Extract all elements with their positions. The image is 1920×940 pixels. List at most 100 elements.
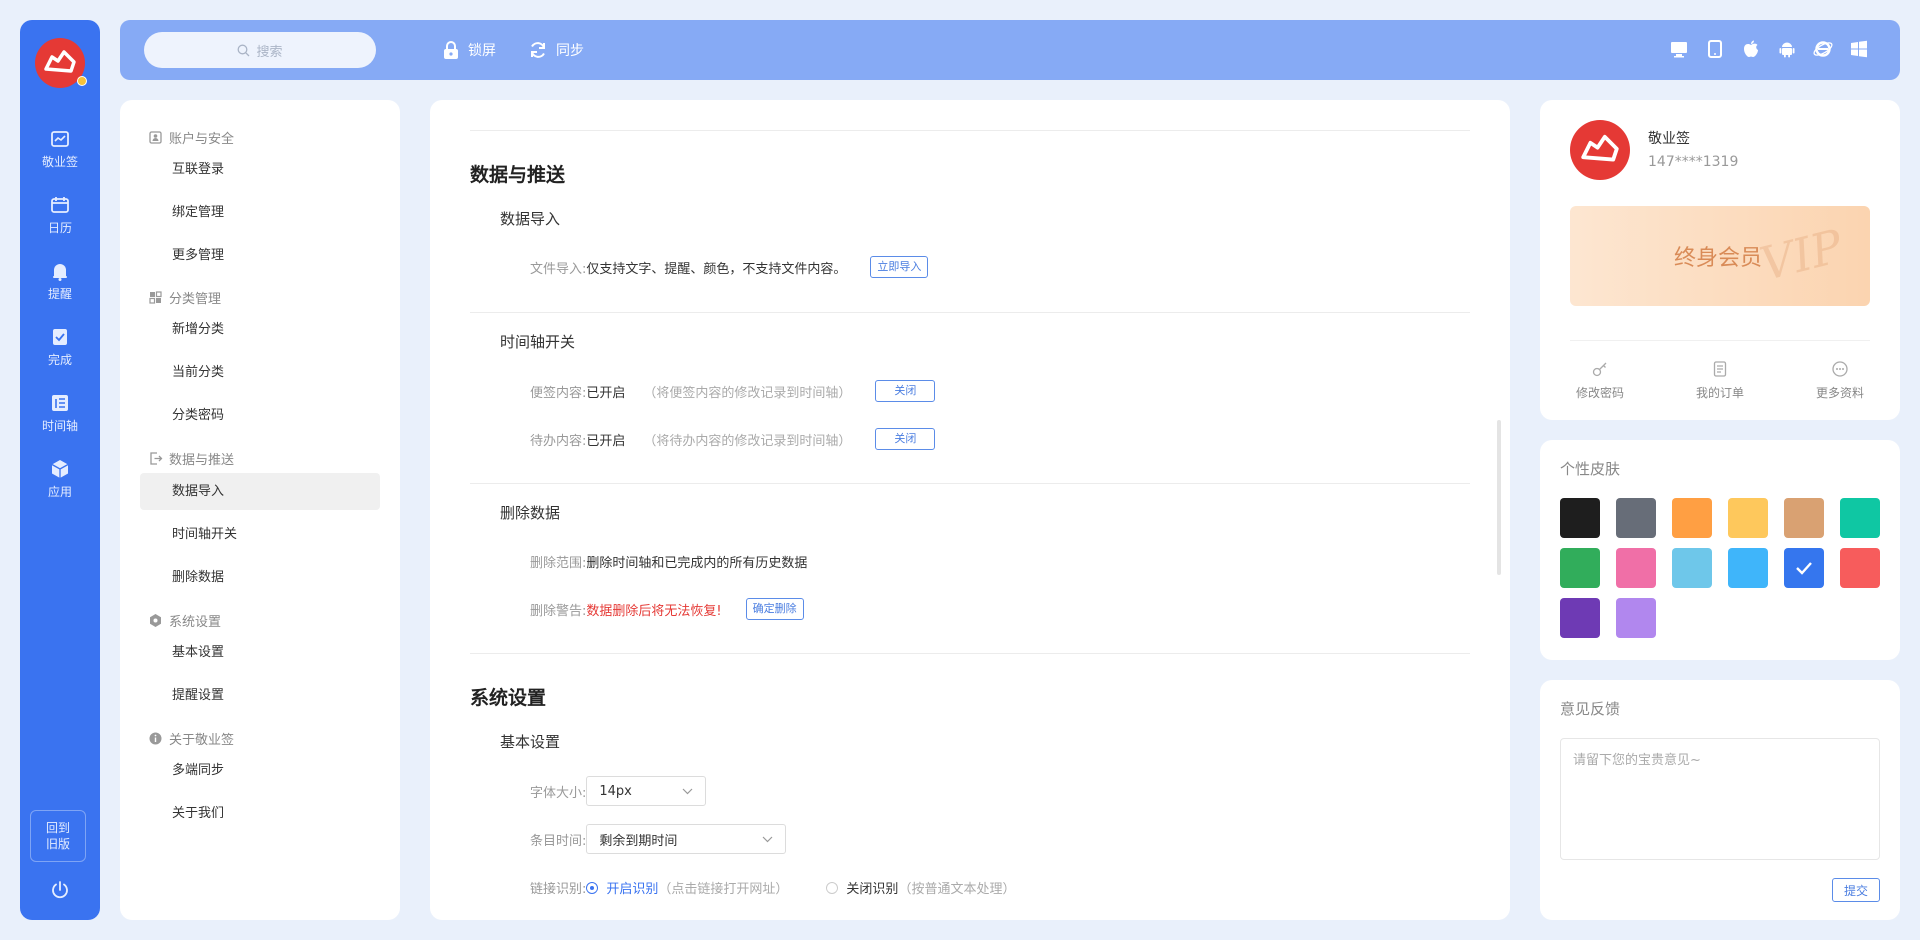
rail-item-label: 完成 (47, 353, 72, 367)
confirm-delete-button[interactable]: 确定删除 (745, 598, 804, 620)
divider (470, 130, 1470, 131)
nav-item-about-us[interactable]: 关于我们 (140, 795, 380, 832)
feedback-submit-button[interactable]: 提交 (1832, 878, 1880, 902)
link-detect-off-radio[interactable]: 关闭识别 (826, 878, 898, 897)
nav-item-more-manage[interactable]: 更多管理 (140, 237, 380, 274)
search-placeholder: 搜索 (256, 44, 283, 60)
skin-card: 个性皮肤 (1540, 440, 1900, 660)
font-size-select[interactable]: 14px (586, 776, 707, 806)
rail-item-label: 敬业签 (41, 155, 78, 169)
app-logo[interactable] (35, 38, 87, 88)
nav-group-title: 账户与安全 (169, 132, 235, 147)
radio-dot-selected (586, 881, 599, 894)
skin-swatch[interactable] (1672, 548, 1712, 588)
cube-icon (51, 460, 69, 478)
feedback-card: 意见反馈 提交 (1540, 680, 1900, 920)
lock-icon (444, 41, 458, 59)
divider (470, 653, 1470, 654)
skin-swatch[interactable] (1616, 598, 1656, 638)
divider (470, 312, 1470, 313)
chevron-down-icon (762, 836, 773, 842)
left-rail: 敬业签 日历 提醒 完成 时间轴 应用 回到 旧版 (20, 20, 100, 920)
change-password-button[interactable]: 修改密码 (1560, 360, 1640, 401)
settings-nav: 账户与安全 互联登录 绑定管理 更多管理 分类管理 新增分类 当前分类 分类密码… (120, 100, 400, 920)
rail-item-timeline[interactable]: 时间轴 (20, 392, 100, 448)
rail-item-reminder[interactable]: 提醒 (20, 260, 100, 316)
gear-icon (150, 614, 161, 627)
radio-dot (826, 881, 839, 894)
ie-icon[interactable] (1812, 38, 1834, 60)
skin-swatch[interactable] (1560, 598, 1600, 638)
android-icon[interactable] (1776, 38, 1798, 60)
nav-item-binding[interactable]: 绑定管理 (140, 194, 380, 231)
skin-swatch[interactable] (1560, 498, 1600, 538)
font-size-label: 字体大小: (530, 785, 587, 801)
timeline-note-close-button[interactable]: 关闭 (875, 380, 936, 402)
power-icon[interactable] (48, 878, 72, 902)
nav-group-about: 关于敬业签 (148, 729, 234, 748)
subsection-title-delete: 删除数据 (500, 504, 561, 522)
vip-banner[interactable]: VIP 终身会员 (1570, 206, 1870, 306)
old-version-label-line2: 旧版 (45, 837, 70, 851)
skin-swatches (1560, 498, 1880, 638)
skin-swatch[interactable] (1728, 548, 1768, 588)
item-time-select[interactable]: 剩余到期时间 (586, 824, 787, 854)
my-orders-button[interactable]: 我的订单 (1680, 360, 1760, 401)
back-to-old-version-button[interactable]: 回到 旧版 (30, 810, 86, 862)
rail-item-label: 提醒 (47, 287, 72, 301)
nav-item-reminder-settings[interactable]: 提醒设置 (140, 677, 380, 714)
section-title-data: 数据与推送 (470, 164, 566, 186)
skin-swatch[interactable] (1616, 498, 1656, 538)
skin-swatch[interactable] (1784, 548, 1824, 588)
content-scrollbar[interactable] (1497, 420, 1501, 575)
divider (1570, 340, 1870, 341)
sync-button[interactable]: 同步 (528, 38, 584, 62)
rail-item-apps[interactable]: 应用 (20, 458, 100, 514)
skin-swatch[interactable] (1840, 498, 1880, 538)
rail-item-done[interactable]: 完成 (20, 326, 100, 382)
delete-warning-label: 删除警告: (530, 603, 587, 619)
nav-item-timeline-switch[interactable]: 时间轴开关 (140, 516, 380, 553)
timeline-note-label: 便签内容: (530, 385, 587, 401)
nav-item-multi-sync[interactable]: 多端同步 (140, 752, 380, 789)
search-input[interactable]: 搜索 (144, 32, 376, 68)
apple-icon[interactable] (1740, 38, 1762, 60)
feedback-input[interactable] (1560, 738, 1880, 860)
nav-group-title: 数据与推送 (169, 453, 235, 468)
skin-swatch[interactable] (1672, 498, 1712, 538)
nav-item-delete-data[interactable]: 删除数据 (140, 559, 380, 596)
tablet-icon[interactable] (1704, 38, 1726, 60)
timeline-todo-hint: （将待办内容的修改记录到时间轴） (643, 433, 852, 449)
nav-item-category-password[interactable]: 分类密码 (140, 397, 380, 434)
timeline-todo-close-button[interactable]: 关闭 (875, 428, 936, 450)
logo-icon (1581, 134, 1619, 162)
timeline-note-hint: （将便签内容的修改记录到时间轴） (643, 385, 852, 401)
timeline-note-row: 便签内容: 已开启 （将便签内容的修改记录到时间轴） 关闭 (530, 380, 936, 402)
nav-item-data-import[interactable]: 数据导入 (140, 473, 380, 510)
import-value: 仅支持文字、提醒、颜色，不支持文件内容。 (586, 261, 847, 277)
nav-item-basic-settings[interactable]: 基本设置 (140, 634, 380, 671)
skin-swatch[interactable] (1840, 548, 1880, 588)
skin-swatch[interactable] (1560, 548, 1600, 588)
profile-card: 敬业签 147****1319 VIP 终身会员 修改密码 我的订单 更多资料 (1540, 100, 1900, 420)
lock-screen-button[interactable]: 锁屏 (442, 38, 496, 62)
nav-item-current-category[interactable]: 当前分类 (140, 354, 380, 391)
import-now-button[interactable]: 立即导入 (870, 256, 929, 278)
platform-links (1668, 38, 1870, 60)
link-detect-on-radio[interactable]: 开启识别 (586, 878, 658, 897)
more-profile-button[interactable]: 更多资料 (1800, 360, 1880, 401)
lock-label: 锁屏 (468, 43, 496, 59)
skin-swatch[interactable] (1728, 498, 1768, 538)
item-time-label: 条目时间: (530, 833, 587, 849)
skin-swatch[interactable] (1616, 548, 1656, 588)
nav-item-add-category[interactable]: 新增分类 (140, 311, 380, 348)
avatar[interactable] (1570, 120, 1630, 180)
skin-swatch[interactable] (1784, 498, 1824, 538)
order-icon (1713, 361, 1727, 377)
nav-item-interconnect-login[interactable]: 互联登录 (140, 151, 380, 188)
rail-item-calendar[interactable]: 日历 (20, 194, 100, 250)
desktop-icon[interactable] (1668, 38, 1690, 60)
windows-icon[interactable] (1848, 38, 1870, 60)
subsection-title-timeline: 时间轴开关 (500, 333, 576, 351)
rail-item-note[interactable]: 敬业签 (20, 128, 100, 184)
